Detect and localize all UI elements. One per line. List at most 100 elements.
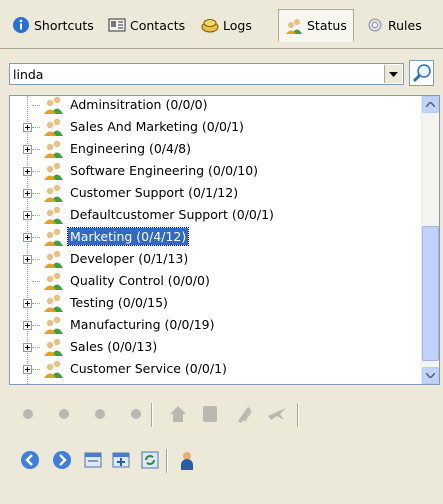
tree-node[interactable]: Testing (0/0/15): [10, 292, 420, 314]
tool-button[interactable]: [234, 404, 254, 424]
expand-toggle[interactable]: [23, 321, 32, 330]
tree-node[interactable]: Adminsitration (0/0/0): [10, 96, 420, 116]
search-combobox[interactable]: [9, 63, 404, 85]
info-icon: [13, 17, 29, 33]
home-button[interactable]: [168, 404, 188, 424]
action-toolbar: [0, 441, 443, 481]
tree-connector: [32, 281, 40, 282]
tree-connector: [32, 325, 40, 326]
tree-node-label: Adminsitration (0/0/0): [70, 97, 208, 112]
user-button[interactable]: [178, 450, 196, 470]
expand-toggle[interactable]: [23, 343, 32, 352]
tree-node[interactable]: Customer Support (0/1/12): [10, 182, 420, 204]
tree-node[interactable]: Quality Control (0/0/0): [10, 270, 420, 292]
tree-node[interactable]: Defaultcustomer Support (0/0/1): [10, 204, 420, 226]
tab-logs[interactable]: Logs: [195, 10, 258, 40]
tab-status[interactable]: Status: [278, 9, 354, 42]
group-icon: [44, 272, 63, 290]
group-icon: [44, 228, 63, 246]
group-icon: [44, 96, 63, 114]
expand-toggle[interactable]: [23, 365, 32, 374]
expand-toggle[interactable]: [23, 123, 32, 132]
add-window-icon: [112, 452, 130, 468]
forward-button[interactable]: [52, 450, 72, 470]
group-tree[interactable]: Adminsitration (0/0/0) Sales And Marketin…: [9, 95, 440, 385]
group-icon: [44, 118, 63, 136]
expand-toggle[interactable]: [23, 167, 32, 176]
toolbar-separator: [297, 403, 299, 427]
tree-node[interactable]: Software Engineering (0/0/10): [10, 160, 420, 182]
search-button[interactable]: [409, 60, 434, 86]
back-button[interactable]: [20, 450, 40, 470]
tab-shortcuts-label: Shortcuts: [34, 17, 94, 33]
tree-node-label: Quality Control (0/0/0): [70, 273, 210, 288]
tree-node[interactable]: Developer (0/1/13): [10, 248, 420, 270]
status-dot-button-4[interactable]: [130, 408, 142, 420]
chevron-down-icon: [426, 373, 435, 378]
expand-toggle[interactable]: [23, 189, 32, 198]
tree-node-label: Customer Service (0/0/1): [70, 361, 227, 376]
group-icon: [44, 162, 63, 180]
scroll-down-button[interactable]: [422, 367, 439, 384]
dot-icon: [131, 409, 141, 419]
home-icon: [170, 406, 186, 422]
tree-node[interactable]: Manufacturing (0/0/19): [10, 314, 420, 336]
tree-connector: [32, 127, 40, 128]
toolbar-separator: [166, 449, 168, 473]
add-window-button[interactable]: [112, 451, 130, 469]
status-dot-button-3[interactable]: [94, 408, 106, 420]
tab-logs-label: Logs: [223, 17, 252, 33]
status-icon: [286, 18, 302, 34]
status-toolbar: [0, 395, 443, 435]
dot-icon: [95, 409, 105, 419]
tab-rules[interactable]: Rules: [360, 10, 428, 40]
tree-node-label: Testing (0/0/15): [70, 295, 168, 310]
tree-node-label: Defaultcustomer Support (0/0/1): [70, 207, 274, 222]
tree-node[interactable]: Engineering (0/4/8): [10, 138, 420, 160]
plane-icon: [268, 408, 286, 420]
group-icon: [44, 338, 63, 356]
tree-node[interactable]: Customer Service (0/0/1): [10, 358, 420, 380]
tree-node-label: Sales And Marketing (0/0/1): [70, 119, 244, 134]
scroll-thumb[interactable]: [422, 226, 439, 361]
group-icon: [44, 360, 63, 378]
status-dot-button-1[interactable]: [22, 408, 34, 420]
scroll-up-button[interactable]: [422, 96, 439, 113]
tree-node-label: Customer Support (0/1/12): [70, 185, 239, 200]
expand-toggle[interactable]: [23, 255, 32, 264]
tab-contacts[interactable]: Contacts: [102, 10, 191, 40]
expand-toggle[interactable]: [23, 299, 32, 308]
phone-button[interactable]: [200, 404, 220, 424]
tree-node[interactable]: Sales And Marketing (0/0/1): [10, 116, 420, 138]
arrow-left-icon: [21, 451, 39, 469]
expand-toggle[interactable]: [23, 233, 32, 242]
window-button[interactable]: [84, 451, 102, 469]
rules-icon: [368, 18, 382, 32]
search-icon: [412, 64, 431, 83]
plane-button[interactable]: [266, 404, 288, 424]
tab-rules-label: Rules: [388, 17, 422, 33]
pencil-icon: [238, 407, 252, 423]
chevron-up-icon: [426, 102, 435, 107]
tab-bar: Shortcuts Contacts Logs Status Rules: [0, 0, 443, 49]
refresh-icon: [141, 451, 159, 469]
group-icon: [44, 206, 63, 224]
tab-status-label: Status: [307, 18, 347, 33]
tree-node[interactable]: Sales (0/0/13): [10, 336, 420, 358]
tree-connector: [32, 171, 40, 172]
group-icon: [44, 140, 63, 158]
vertical-scrollbar[interactable]: [421, 96, 439, 384]
search-input[interactable]: [13, 66, 373, 82]
refresh-button[interactable]: [141, 451, 159, 469]
expand-toggle[interactable]: [23, 145, 32, 154]
status-dot-button-2[interactable]: [58, 408, 70, 420]
dropdown-button[interactable]: [384, 65, 402, 83]
tree-node-label: Engineering (0/4/8): [70, 141, 192, 156]
tree-node-label: Manufacturing (0/0/19): [70, 317, 215, 332]
expand-toggle[interactable]: [23, 211, 32, 220]
dot-icon: [59, 409, 69, 419]
tab-shortcuts[interactable]: Shortcuts: [6, 10, 100, 40]
tree-node[interactable]: Marketing (0/4/12): [10, 226, 420, 248]
tree-connector: [32, 347, 40, 348]
phone-icon: [203, 406, 217, 422]
